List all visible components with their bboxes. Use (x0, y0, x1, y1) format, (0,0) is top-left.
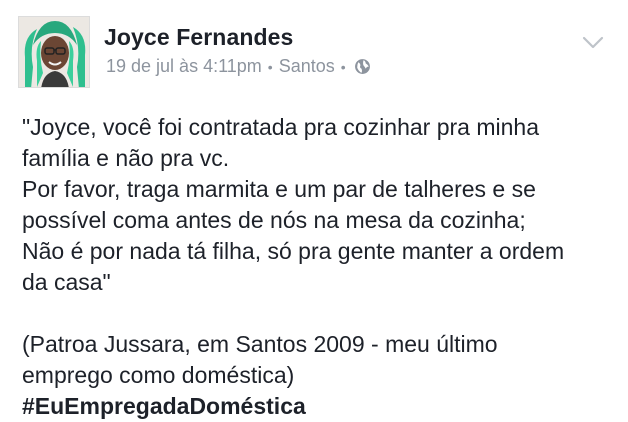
hashtag-link[interactable]: #EuEmpregadaDoméstica (22, 391, 306, 422)
chevron-down-icon[interactable] (582, 36, 604, 50)
profile-photo (19, 17, 89, 87)
facebook-post: Joyce Fernandes 19 de jul às 4:11pm • Sa… (0, 0, 628, 422)
post-meta: 19 de jul às 4:11pm • Santos • (106, 56, 371, 77)
post-location[interactable]: Santos (279, 56, 335, 77)
author-name[interactable]: Joyce Fernandes (104, 24, 293, 51)
post-text-line: possível coma antes de nós na mesa da co… (22, 207, 526, 233)
quote-source-line: (Patroa Jussara, em Santos 2009 - meu úl… (22, 331, 498, 357)
avatar[interactable] (18, 16, 90, 88)
quote-source-line: emprego como doméstica) (22, 362, 295, 388)
post-text: "Joyce, você foi contratada pra cozinhar… (22, 112, 614, 422)
meta-separator: • (340, 58, 346, 75)
post-text-line: família e não pra vc. (22, 145, 230, 171)
post-header: Joyce Fernandes 19 de jul às 4:11pm • Sa… (18, 16, 610, 88)
post-text-line: "Joyce, você foi contratada pra cozinhar… (22, 114, 539, 140)
post-text-line: Não é por nada tá filha, só pra gente ma… (22, 238, 565, 264)
post-text-line: da casa" (22, 269, 111, 295)
post-timestamp[interactable]: 19 de jul às 4:11pm (106, 56, 262, 77)
meta-separator: • (267, 58, 273, 75)
globe-icon[interactable] (354, 58, 371, 75)
post-text-line: Por favor, traga marmita e um par de tal… (22, 176, 536, 202)
